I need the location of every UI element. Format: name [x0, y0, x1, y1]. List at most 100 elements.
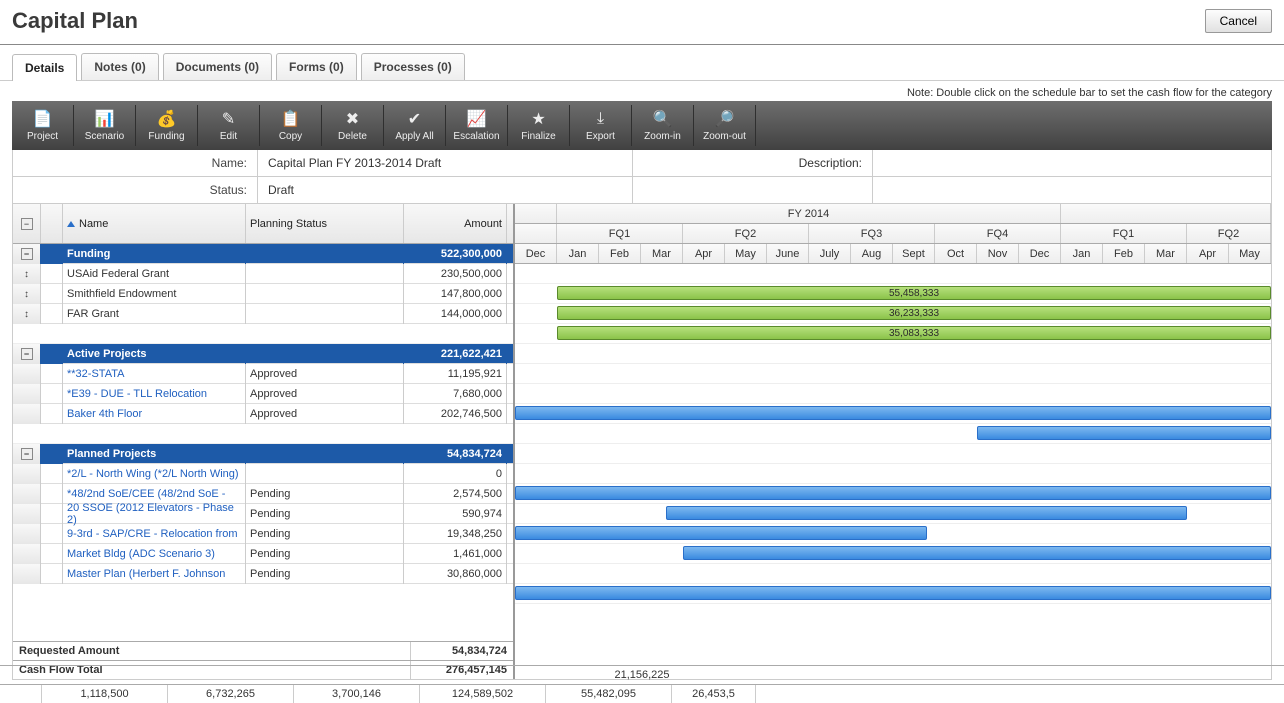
table-row[interactable]: 9-3rd - SAP/CRE - Relocation fromPending… — [13, 524, 513, 544]
section-title: Active Projects — [63, 344, 246, 364]
row-link[interactable]: Market Bldg (ADC Scenario 3) — [67, 548, 215, 560]
section-collapse-button[interactable]: − — [21, 348, 33, 360]
edit-icon: ✎ — [200, 109, 257, 129]
row-link[interactable]: **32-STATA — [67, 368, 124, 380]
table-row[interactable]: *48/2nd SoE/CEE (48/2nd SoE -Pending2,57… — [13, 484, 513, 504]
row-link[interactable]: *E39 - DUE - TLL Relocation — [67, 388, 207, 400]
row-status: Pending — [246, 544, 404, 564]
table-row[interactable]: *E39 - DUE - TLL RelocationApproved7,680… — [13, 384, 513, 404]
copy-button[interactable]: 📋Copy — [260, 105, 322, 146]
row-status: Pending — [246, 484, 404, 504]
gantt-bar[interactable] — [666, 506, 1187, 520]
month-header: Jan — [1061, 244, 1103, 263]
quarter-header: FQ1 — [557, 224, 683, 243]
section-title: Funding — [63, 244, 246, 264]
gantt-bar[interactable] — [515, 406, 1271, 420]
drag-handle-icon[interactable]: ↕ — [24, 289, 29, 300]
row-amount: 1,461,000 — [404, 544, 507, 564]
row-link[interactable]: Master Plan (Herbert F. Johnson — [67, 568, 225, 580]
row-name: Market Bldg (ADC Scenario 3) — [63, 544, 246, 564]
month-header: July — [809, 244, 851, 263]
row-status — [246, 304, 404, 324]
row-link[interactable]: *48/2nd SoE/CEE (48/2nd SoE - — [67, 488, 225, 500]
gantt-bar[interactable]: 55,458,333 — [557, 286, 1271, 300]
description-value[interactable] — [873, 150, 1271, 176]
row-status: Approved — [246, 364, 404, 384]
row-name: *E39 - DUE - TLL Relocation — [63, 384, 246, 404]
collapse-all-button[interactable]: − — [21, 218, 33, 230]
section-amount: 54,834,724 — [404, 444, 507, 464]
row-amount: 147,800,000 — [404, 284, 507, 304]
row-amount: 590,974 — [404, 504, 507, 524]
cancel-button[interactable]: Cancel — [1205, 9, 1272, 33]
tab-details[interactable]: Details — [12, 54, 77, 81]
row-amount: 11,195,921 — [404, 364, 507, 384]
description-label: Description: — [633, 150, 873, 176]
col-amount[interactable]: Amount — [404, 204, 507, 243]
table-row[interactable]: Market Bldg (ADC Scenario 3) Pending1,461… — [13, 544, 513, 564]
schedule-note: Note: Double click on the schedule bar t… — [0, 81, 1284, 101]
tabs: DetailsNotes (0)Documents (0)Forms (0)Pr… — [0, 53, 1284, 81]
month-header: May — [725, 244, 767, 263]
month-header: Jan — [557, 244, 599, 263]
gantt-bar[interactable] — [515, 586, 1271, 600]
section-collapse-button[interactable]: − — [21, 448, 33, 460]
row-link[interactable]: *2/L - North Wing (*2/L North Wing) — [67, 468, 239, 480]
row-link[interactable]: Baker 4th Floor — [67, 408, 142, 420]
export-button[interactable]: ⤓Export — [570, 105, 632, 146]
row-amount: 144,000,000 — [404, 304, 507, 324]
edit-button[interactable]: ✎Edit — [198, 105, 260, 146]
row-name: Baker 4th Floor — [63, 404, 246, 424]
apply-all-button[interactable]: ✔Apply All — [384, 105, 446, 146]
section-amount: 522,300,000 — [404, 244, 507, 264]
row-name: *2/L - North Wing (*2/L North Wing) — [63, 464, 246, 484]
section-collapse-button[interactable]: − — [21, 248, 33, 260]
finalize-icon: ★ — [510, 109, 567, 129]
drag-handle-icon[interactable]: ↕ — [24, 309, 29, 320]
row-status — [246, 464, 404, 484]
row-amount: 230,500,000 — [404, 264, 507, 284]
table-row[interactable]: ↕USAid Federal Grant230,500,000 — [13, 264, 513, 284]
table-row[interactable]: **32-STATA Approved11,195,921 — [13, 364, 513, 384]
finalize-button[interactable]: ★Finalize — [508, 105, 570, 146]
gantt-bar[interactable] — [683, 546, 1271, 560]
zoom-in-button[interactable]: 🔍Zoom-in — [632, 105, 694, 146]
zoom-out-button[interactable]: 🔎Zoom-out — [694, 105, 756, 146]
row-name: **32-STATA — [63, 364, 246, 384]
table-row[interactable]: 20 SSOE (2012 Elevators - Phase 2)Pendin… — [13, 504, 513, 524]
row-link[interactable]: 20 SSOE (2012 Elevators - Phase 2) — [67, 502, 241, 526]
col-name[interactable]: Name — [63, 204, 246, 243]
tab-documents-[interactable]: Documents (0) — [163, 53, 272, 80]
row-link[interactable]: 9-3rd - SAP/CRE - Relocation from — [67, 528, 238, 540]
table-row[interactable]: Baker 4th FloorApproved202,746,500 — [13, 404, 513, 424]
gantt-bar[interactable] — [977, 426, 1271, 440]
tab-forms-[interactable]: Forms (0) — [276, 53, 357, 80]
table-row[interactable]: ↕FAR Grant144,000,000 — [13, 304, 513, 324]
row-name: 20 SSOE (2012 Elevators - Phase 2) — [63, 504, 246, 524]
project-button[interactable]: 📄Project — [12, 105, 74, 146]
table-row[interactable]: *2/L - North Wing (*2/L North Wing) 0 — [13, 464, 513, 484]
drag-handle-icon[interactable]: ↕ — [24, 269, 29, 280]
year-header — [1061, 204, 1271, 223]
tab-processes-[interactable]: Processes (0) — [361, 53, 465, 80]
gantt-bar[interactable] — [515, 486, 1271, 500]
year-header — [515, 204, 557, 223]
quarter-header: FQ4 — [935, 224, 1061, 243]
escalation-button[interactable]: 📈Escalation — [446, 105, 508, 146]
row-amount: 0 — [404, 464, 507, 484]
name-value[interactable]: Capital Plan FY 2013-2014 Draft — [258, 150, 633, 176]
col-planning-status[interactable]: Planning Status — [246, 204, 404, 243]
name-label: Name: — [13, 150, 258, 176]
row-status — [246, 264, 404, 284]
month-header: Mar — [641, 244, 683, 263]
table-row[interactable]: Master Plan (Herbert F. JohnsonPending30… — [13, 564, 513, 584]
scenario-button[interactable]: 📊Scenario — [74, 105, 136, 146]
gantt-bar[interactable]: 35,083,333 — [557, 326, 1271, 340]
tab-notes-[interactable]: Notes (0) — [81, 53, 158, 80]
table-row[interactable]: ↕Smithfield Endowment147,800,000 — [13, 284, 513, 304]
gantt-bar[interactable] — [515, 526, 927, 540]
funding-button[interactable]: 💰Funding — [136, 105, 198, 146]
delete-button[interactable]: ✖Delete — [322, 105, 384, 146]
gantt-bar[interactable]: 36,233,333 — [557, 306, 1271, 320]
month-header: Nov — [977, 244, 1019, 263]
